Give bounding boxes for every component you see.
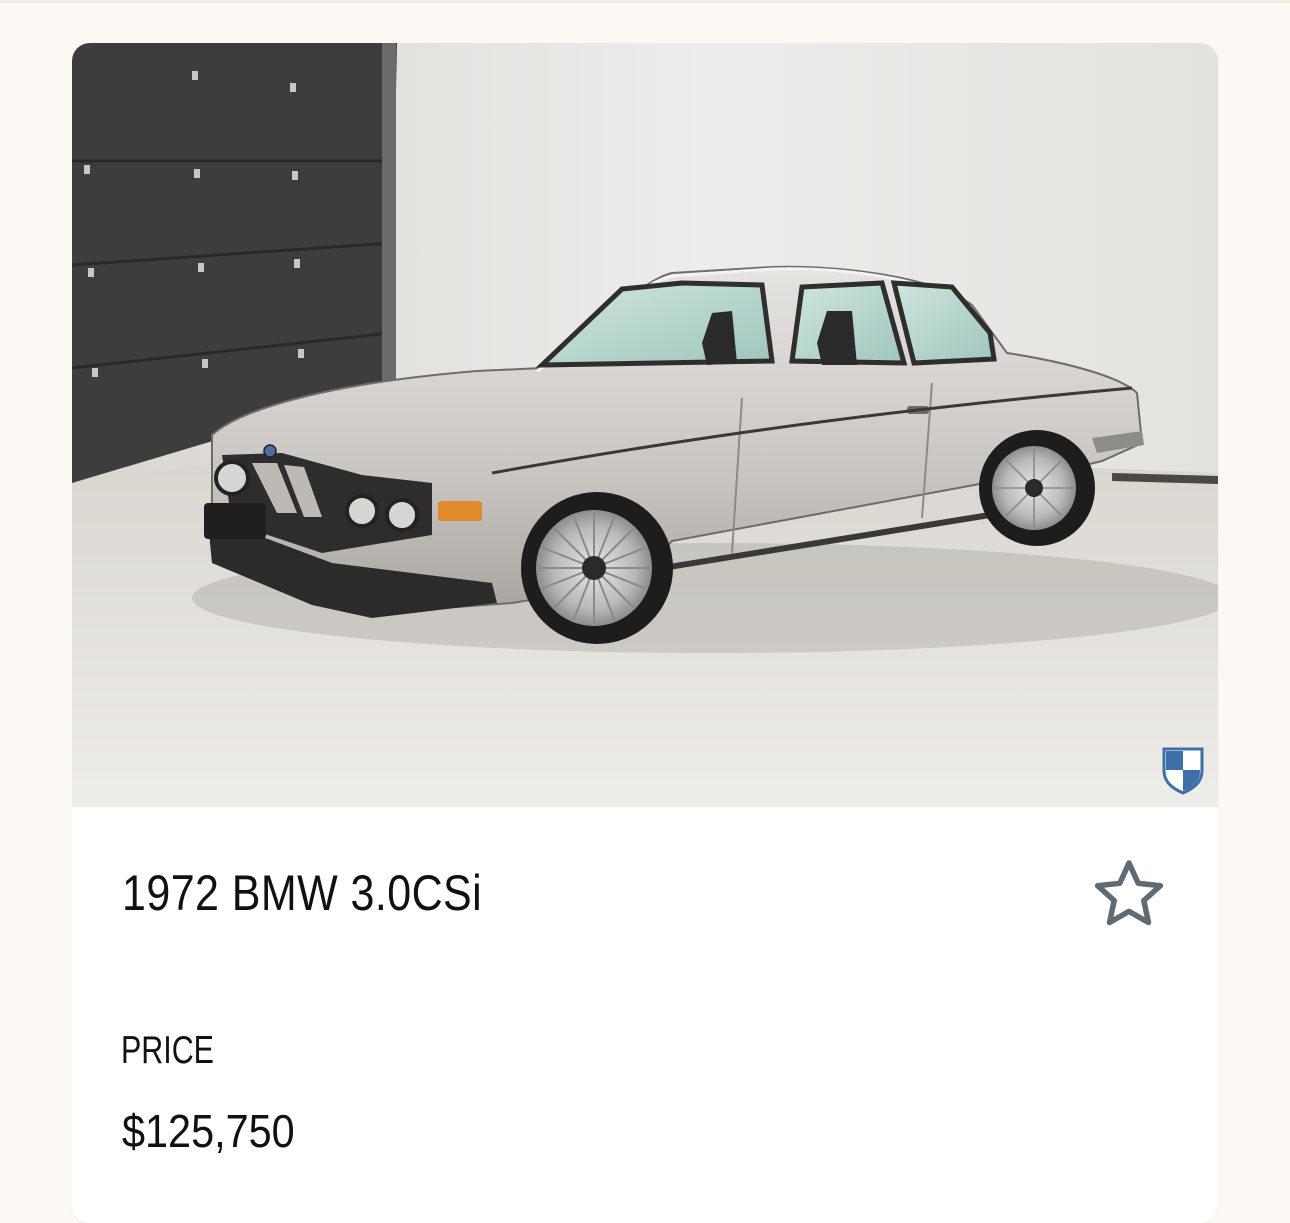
car-photo[interactable] <box>72 43 1218 807</box>
top-divider <box>0 0 1290 3</box>
star-outline-icon <box>1094 860 1164 926</box>
blue-white-shield-badge-icon <box>1162 747 1204 795</box>
price-value: $125,750 <box>122 1105 295 1157</box>
listing-title[interactable]: 1972 BMW 3.0CSi <box>122 861 482 925</box>
listing-card[interactable]: 1972 BMW 3.0CSi PRICE $125,750 <box>72 43 1218 1223</box>
favorite-button[interactable] <box>1087 853 1171 937</box>
price-label: PRICE <box>121 1029 214 1072</box>
